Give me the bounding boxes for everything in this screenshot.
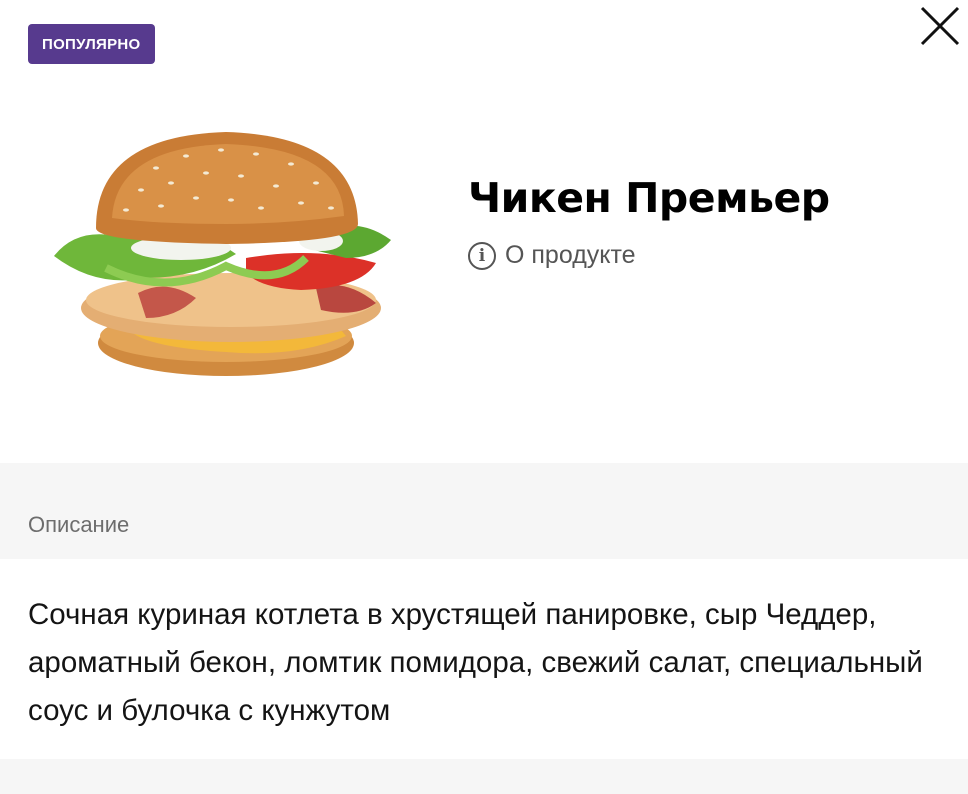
info-icon: i (468, 241, 496, 270)
description-header: Описание (0, 463, 968, 559)
about-product-label: О продукте (505, 241, 636, 269)
burger-image (54, 132, 391, 376)
description-heading: Описание (28, 512, 130, 537)
product-header: ПОПУЛЯРНО Чикен Премьер i О продукте (0, 0, 968, 463)
popular-badge: ПОПУЛЯРНО (28, 24, 155, 64)
about-product-link[interactable]: i О продукте (468, 241, 636, 270)
description-section: Сочная куриная котлета в хрустящей панир… (0, 559, 968, 759)
close-icon[interactable] (914, 0, 966, 52)
product-title: Чикен Премьер (468, 174, 830, 222)
description-text: Сочная куриная котлета в хрустящей панир… (28, 598, 923, 727)
popular-badge-label: ПОПУЛЯРНО (42, 35, 141, 53)
bottom-divider (0, 759, 968, 794)
